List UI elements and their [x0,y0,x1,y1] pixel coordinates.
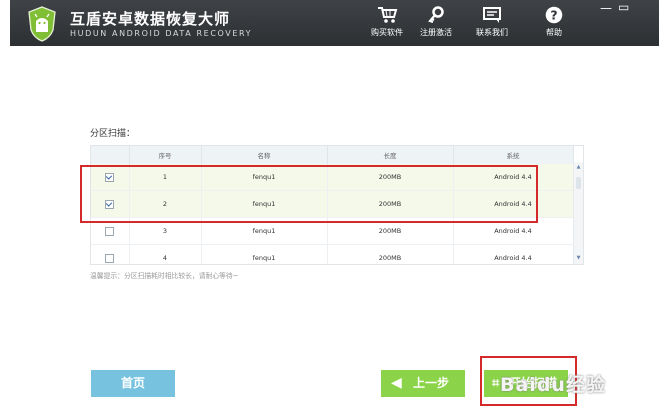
app-title: 互盾安卓数据恢复大师 [70,10,231,28]
restore-button[interactable]: ▭ [618,0,629,14]
help-icon: ? [545,6,563,24]
nav-help[interactable]: ? 帮助 [526,6,582,38]
previous-step-label: 上一步 [412,376,449,390]
app-window: 互盾安卓数据恢复大师 HUDUN ANDROID DATA RECOVERY 购… [10,0,659,409]
title-bar: 互盾安卓数据恢复大师 HUDUN ANDROID DATA RECOVERY 购… [10,0,659,46]
scroll-thumb[interactable] [576,177,581,189]
row-name: fenqu1 [201,244,328,264]
nav-contact[interactable]: 联系我们 [464,6,520,38]
key-icon [428,6,444,24]
nav-label: 帮助 [546,28,562,37]
minimize-button[interactable]: — [600,1,612,15]
baidu-watermark: Baidu经验 [500,374,606,396]
column-header-length: 长度 [327,146,454,164]
nav-label: 购买软件 [371,28,403,37]
chat-icon [482,7,501,23]
table-header-row: 序号 名称 长度 系统 [91,146,574,164]
row-index: 4 [129,244,202,264]
svg-text:?: ? [550,7,557,22]
android-shield-logo [28,6,56,42]
row-system: Android 4.4 [453,244,574,264]
table-row[interactable]: 4 fenqu1 200MB Android 4.4 [91,244,574,264]
column-header-select [91,146,130,164]
arrow-left-icon: ◀ [391,375,402,391]
selection-highlight-box [80,165,538,223]
scroll-down-icon[interactable]: ▼ [575,255,582,262]
column-header-index: 序号 [129,146,202,164]
home-button[interactable]: 首页 [91,370,175,397]
nav-buy-software[interactable]: 购买软件 [359,6,415,38]
column-header-system: 系统 [453,146,574,164]
nav-label: 注册激活 [420,28,452,37]
nav-register[interactable]: 注册激活 [408,6,464,38]
row-checkbox[interactable] [105,253,115,263]
scan-hint-text: 温馨提示：分区扫描耗时相比较长，请耐心等待~ [90,272,239,280]
column-header-name: 名称 [201,146,328,164]
cart-icon [377,7,397,23]
app-subtitle: HUDUN ANDROID DATA RECOVERY [70,29,253,38]
nav-label: 联系我们 [476,28,508,37]
table-scrollbar[interactable]: ▲ ▼ [573,162,583,264]
row-checkbox[interactable] [105,226,115,236]
home-button-label: 首页 [120,376,145,390]
scroll-up-icon[interactable]: ▲ [575,164,582,171]
previous-step-button[interactable]: ◀ 上一步 [381,370,465,397]
section-title: 分区扫描： [90,129,136,139]
row-length: 200MB [327,244,454,264]
